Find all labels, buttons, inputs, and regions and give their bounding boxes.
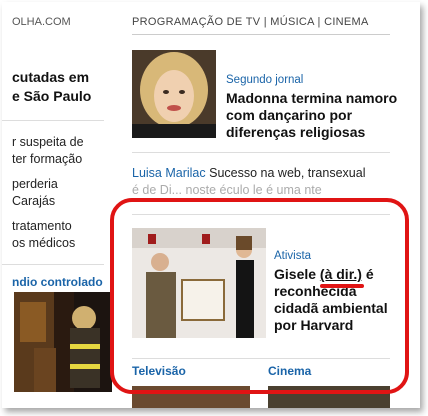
red-underline-mark xyxy=(320,284,364,288)
story2-headline-start: Gisele xyxy=(274,266,320,282)
divider xyxy=(132,358,390,359)
brief-text: Sucesso na web, transexual xyxy=(209,166,366,180)
story2-headline[interactable]: Gisele (à dir.) é reconhecida cidadã amb… xyxy=(274,266,402,334)
divider xyxy=(2,120,104,121)
divider xyxy=(132,34,390,35)
cinema-photo[interactable] xyxy=(268,386,390,408)
left-list-item[interactable]: tratamento xyxy=(12,218,72,235)
left-headline-line: cutadas em xyxy=(12,69,90,85)
left-headline-line: e São Paulo xyxy=(12,88,92,104)
divider xyxy=(132,152,390,153)
left-list-item[interactable]: ter formação xyxy=(12,151,82,168)
section-televisao[interactable]: Televisão xyxy=(132,364,186,378)
gisele-award-image xyxy=(132,228,266,338)
story2-kicker[interactable]: Ativista xyxy=(274,250,311,262)
left-section-label[interactable]: ndio controlado xyxy=(12,275,103,289)
story2-headline-mark: (à dir.) xyxy=(319,266,362,282)
top-nav[interactable]: PROGRAMAÇÃO DE TV | MÚSICA | CINEMA xyxy=(132,16,369,28)
left-list-item[interactable]: os médicos xyxy=(12,235,75,252)
section-cinema[interactable]: Cinema xyxy=(268,364,311,378)
left-list-item[interactable]: perderia xyxy=(12,176,58,193)
left-column: OLHA.COM cutadas em e São Paulo r suspei… xyxy=(2,2,114,408)
left-headline[interactable]: cutadas em e São Paulo xyxy=(12,68,91,106)
news-page: OLHA.COM cutadas em e São Paulo r suspei… xyxy=(2,2,420,408)
harvard-photo[interactable] xyxy=(132,228,266,338)
left-list-item[interactable]: r suspeita de xyxy=(12,134,84,151)
brief-item[interactable]: Luisa Marilac Sucesso na web, transexual xyxy=(132,166,365,180)
story1-kicker[interactable]: Segundo jornal xyxy=(226,74,303,86)
firefighter-photo[interactable] xyxy=(14,292,112,392)
firefighter-image xyxy=(14,292,112,392)
story1-headline[interactable]: Madonna termina namoro com dançarino por… xyxy=(226,90,398,141)
brief-name: Luisa Marilac xyxy=(132,166,206,180)
divider xyxy=(2,264,104,265)
madonna-image xyxy=(132,50,216,138)
site-name[interactable]: OLHA.COM xyxy=(12,16,71,28)
left-list-item[interactable]: Carajás xyxy=(12,193,55,210)
madonna-photo[interactable] xyxy=(132,50,216,138)
brief-line2: é de Di... noste éculo le é uma nte xyxy=(132,183,322,197)
televisao-photo[interactable] xyxy=(132,386,250,408)
divider xyxy=(132,214,390,215)
